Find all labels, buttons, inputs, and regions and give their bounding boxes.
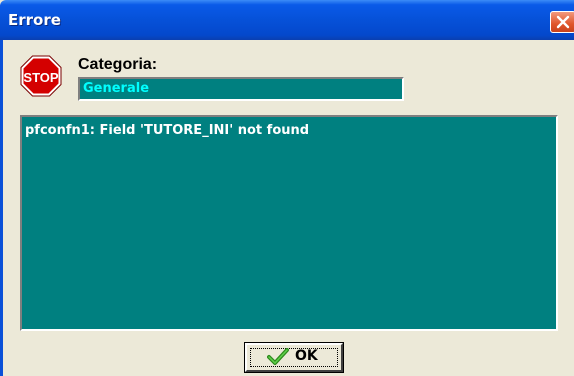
window-title: Errore <box>8 11 61 29</box>
ok-button-label: OK <box>295 348 318 364</box>
stop-sign-icon: STOP <box>20 55 62 97</box>
category-value: Generale <box>83 81 150 96</box>
checkmark-icon <box>267 348 289 365</box>
category-label: Categoria: <box>78 56 158 73</box>
title-bar[interactable]: Errore <box>0 0 574 40</box>
stop-sign-text: STOP <box>23 70 58 85</box>
window-left-border <box>0 40 3 376</box>
category-field: Generale <box>78 77 404 101</box>
error-message-area[interactable]: pfconfn1: Field 'TUTORE_INI' not found <box>20 115 558 331</box>
ok-button[interactable]: OK <box>244 342 344 373</box>
close-icon <box>556 15 570 29</box>
error-message-text: pfconfn1: Field 'TUTORE_INI' not found <box>25 123 310 138</box>
error-dialog: Errore STOP Categoria: Generale pfconfn1… <box>0 0 574 376</box>
ok-button-focus-rect <box>250 348 338 367</box>
close-button[interactable] <box>550 11 574 33</box>
